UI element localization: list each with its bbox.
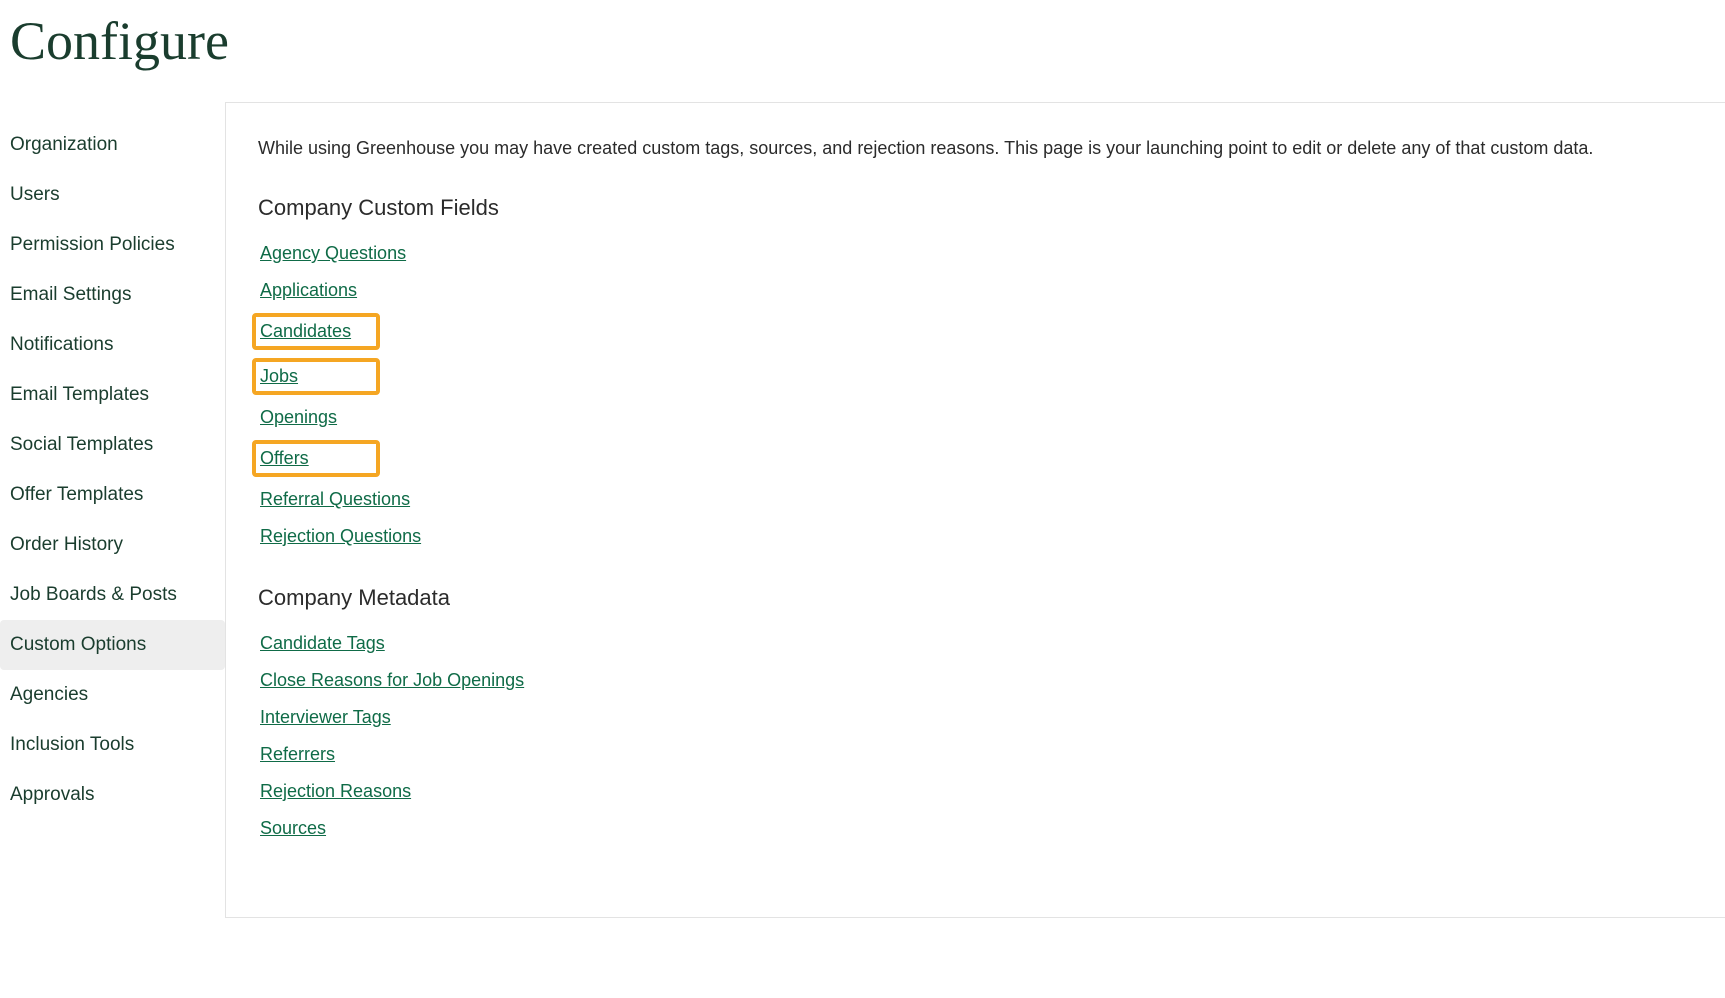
sidebar-item-organization[interactable]: Organization xyxy=(0,120,225,170)
sidebar-item-email-templates[interactable]: Email Templates xyxy=(0,370,225,420)
highlight-box: Jobs xyxy=(252,358,380,395)
custom-fields-heading: Company Custom Fields xyxy=(258,195,1693,221)
sidebar-item-notifications[interactable]: Notifications xyxy=(0,320,225,370)
sidebar-item-email-settings[interactable]: Email Settings xyxy=(0,270,225,320)
sidebar-item-custom-options[interactable]: Custom Options xyxy=(0,620,225,670)
highlight-box: Candidates xyxy=(252,313,380,350)
page-title: Configure xyxy=(10,10,1725,72)
link-referral-questions[interactable]: Referral Questions xyxy=(258,485,412,514)
link-openings[interactable]: Openings xyxy=(258,403,339,432)
link-rejection-questions[interactable]: Rejection Questions xyxy=(258,522,423,551)
sidebar-item-social-templates[interactable]: Social Templates xyxy=(0,420,225,470)
metadata-heading: Company Metadata xyxy=(258,585,1693,611)
link-applications[interactable]: Applications xyxy=(258,276,359,305)
layout: Organization Users Permission Policies E… xyxy=(0,102,1725,918)
link-candidates[interactable]: Candidates xyxy=(256,317,353,346)
sidebar: Organization Users Permission Policies E… xyxy=(0,102,225,820)
link-interviewer-tags[interactable]: Interviewer Tags xyxy=(258,703,393,732)
metadata-list: Candidate Tags Close Reasons for Job Ope… xyxy=(258,629,1693,843)
content-panel: While using Greenhouse you may have crea… xyxy=(225,102,1725,918)
sidebar-item-agencies[interactable]: Agencies xyxy=(0,670,225,720)
link-sources[interactable]: Sources xyxy=(258,814,328,843)
link-rejection-reasons[interactable]: Rejection Reasons xyxy=(258,777,413,806)
link-referrers[interactable]: Referrers xyxy=(258,740,337,769)
sidebar-item-permission-policies[interactable]: Permission Policies xyxy=(0,220,225,270)
sidebar-item-approvals[interactable]: Approvals xyxy=(0,770,225,820)
link-jobs[interactable]: Jobs xyxy=(256,362,300,391)
sidebar-item-inclusion-tools[interactable]: Inclusion Tools xyxy=(0,720,225,770)
sidebar-item-order-history[interactable]: Order History xyxy=(0,520,225,570)
custom-fields-list: Agency Questions Applications Candidates… xyxy=(258,239,1693,551)
sidebar-item-offer-templates[interactable]: Offer Templates xyxy=(0,470,225,520)
intro-text: While using Greenhouse you may have crea… xyxy=(258,135,1693,161)
link-agency-questions[interactable]: Agency Questions xyxy=(258,239,408,268)
sidebar-item-users[interactable]: Users xyxy=(0,170,225,220)
link-offers[interactable]: Offers xyxy=(256,444,311,473)
highlight-box: Offers xyxy=(252,440,380,477)
sidebar-item-job-boards-posts[interactable]: Job Boards & Posts xyxy=(0,570,225,620)
link-candidate-tags[interactable]: Candidate Tags xyxy=(258,629,387,658)
link-close-reasons[interactable]: Close Reasons for Job Openings xyxy=(258,666,526,695)
